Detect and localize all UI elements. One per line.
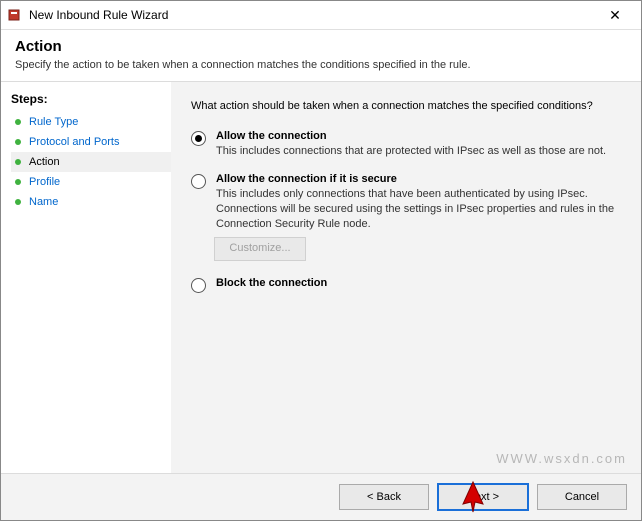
close-button[interactable]: ✕ [595, 1, 635, 29]
step-label: Protocol and Ports [29, 136, 120, 148]
bullet-icon [15, 139, 21, 145]
bullet-icon [15, 159, 21, 165]
option-allow-secure[interactable]: Allow the connection if it is secure Thi… [191, 173, 621, 232]
option-desc: This includes connections that are prote… [216, 144, 606, 159]
back-label: < Back [367, 491, 401, 503]
bullet-icon [15, 119, 21, 125]
body: Steps: Rule Type Protocol and Ports Acti… [1, 82, 641, 473]
option-label: Allow the connection if it is secure [216, 173, 621, 185]
steps-sidebar: Steps: Rule Type Protocol and Ports Acti… [1, 82, 171, 473]
page-title: Action [15, 38, 627, 55]
bullet-icon [15, 199, 21, 205]
next-label: Next > [467, 491, 499, 503]
option-desc: This includes only connections that have… [216, 187, 621, 232]
titlebar: New Inbound Rule Wizard ✕ [1, 1, 641, 30]
page-header: Action Specify the action to be taken wh… [1, 30, 641, 82]
step-label: Name [29, 196, 58, 208]
option-label: Block the connection [216, 277, 327, 289]
window-title: New Inbound Rule Wizard [29, 8, 595, 22]
content-prompt: What action should be taken when a conne… [191, 100, 621, 112]
step-rule-type[interactable]: Rule Type [11, 112, 171, 132]
footer: < Back Next > Cancel [1, 473, 641, 520]
radio-icon[interactable] [191, 131, 206, 146]
wizard-window: New Inbound Rule Wizard ✕ Action Specify… [0, 0, 642, 521]
next-button[interactable]: Next > [437, 483, 529, 511]
content-pane: What action should be taken when a conne… [171, 82, 641, 473]
option-label: Allow the connection [216, 130, 606, 142]
radio-icon[interactable] [191, 278, 206, 293]
step-protocol-ports[interactable]: Protocol and Ports [11, 132, 171, 152]
radio-icon[interactable] [191, 174, 206, 189]
step-label: Profile [29, 176, 60, 188]
option-allow[interactable]: Allow the connection This includes conne… [191, 130, 621, 159]
close-icon: ✕ [609, 7, 621, 24]
bullet-icon [15, 179, 21, 185]
customize-button: Customize... [214, 237, 306, 261]
step-label: Rule Type [29, 116, 78, 128]
step-label: Action [29, 156, 60, 168]
page-subtitle: Specify the action to be taken when a co… [15, 59, 627, 71]
step-action[interactable]: Action [11, 152, 171, 172]
option-block[interactable]: Block the connection [191, 277, 621, 293]
steps-heading: Steps: [11, 92, 171, 106]
cancel-label: Cancel [565, 491, 599, 503]
back-button[interactable]: < Back [339, 484, 429, 510]
step-name[interactable]: Name [11, 192, 171, 212]
cancel-button[interactable]: Cancel [537, 484, 627, 510]
step-profile[interactable]: Profile [11, 172, 171, 192]
app-icon [7, 7, 23, 23]
